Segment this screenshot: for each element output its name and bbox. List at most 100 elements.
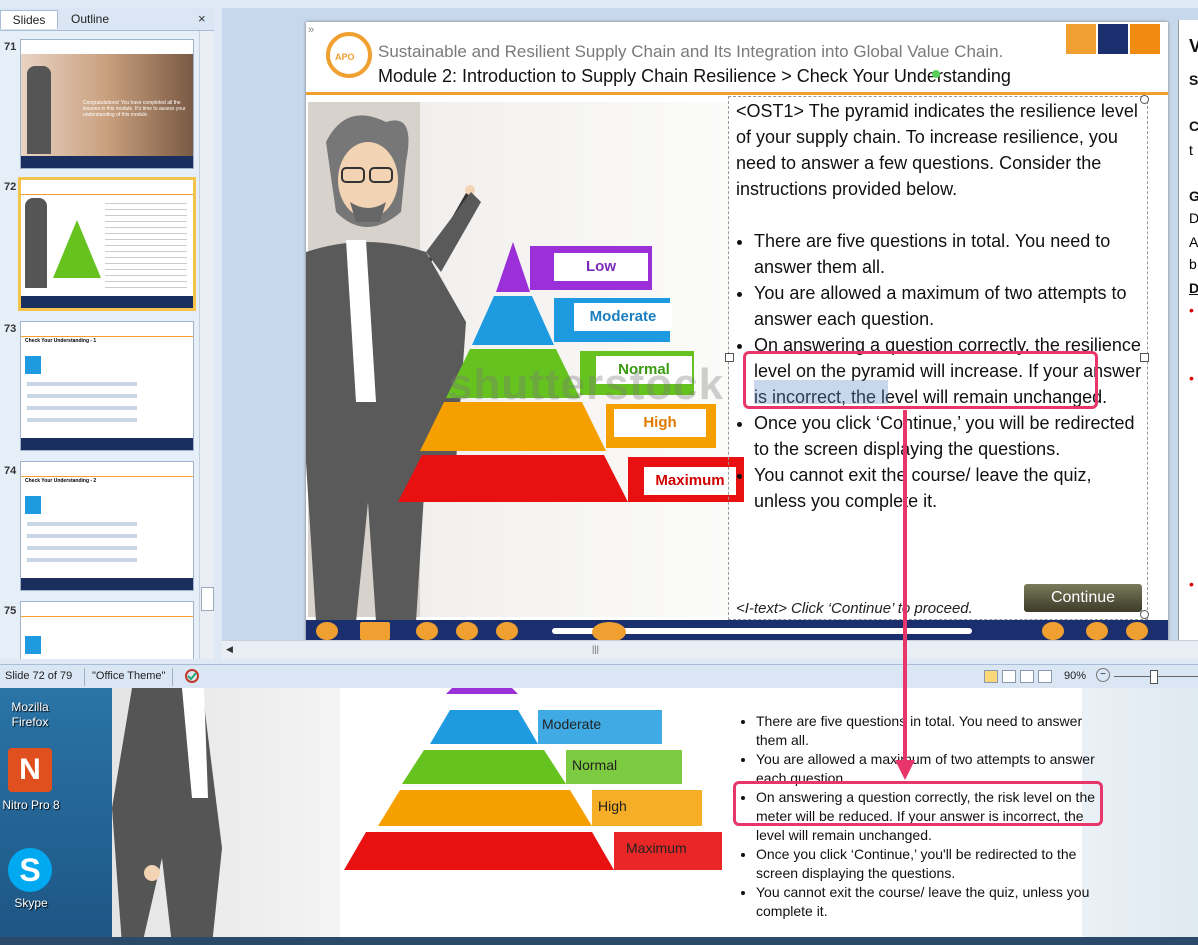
scroll-thumb[interactable] [201, 587, 214, 611]
thumb-footer [21, 156, 193, 168]
list-item: There are five questions in total. You n… [754, 228, 1148, 280]
skype-desktop-label[interactable]: Skype [0, 896, 66, 911]
thumb-character [27, 66, 51, 154]
pyramid-label-maximum[interactable]: Maximum [644, 467, 736, 495]
firefox-desktop-label[interactable]: Mozilla Firefox [0, 700, 65, 730]
slide-thumbnail-73[interactable]: Check Your Understanding - 1 [20, 321, 194, 451]
slide-thumbnails[interactable]: 71 Congratulations! You have completed a… [0, 31, 214, 659]
close-icon[interactable] [1126, 622, 1148, 640]
nitro-pro-icon[interactable]: N [8, 748, 52, 792]
annotation-highlight-box-2 [733, 781, 1103, 826]
continue-button[interactable]: Continue [1024, 584, 1142, 612]
slide-thumbnail-75[interactable] [20, 601, 194, 659]
reading-view-icon[interactable] [1020, 670, 1034, 683]
panel-collapse-icon[interactable]: » [308, 24, 314, 36]
instruction-itext: <I-text> Click ‘Continue’ to proceed. [736, 600, 973, 617]
slide-thumbnail-71[interactable]: Congratulations! You have completed all … [20, 39, 194, 169]
notes-bullet: • [1189, 576, 1194, 592]
zoom-slider-knob[interactable] [1150, 670, 1158, 684]
thumbnail-scrollbar[interactable] [199, 31, 214, 659]
decor-square-navy [1098, 24, 1128, 54]
thumb-question-icon [25, 496, 41, 514]
thumb-pyramid [53, 220, 101, 278]
instruction-text[interactable]: <OST1> The pyramid indicates the resilie… [736, 98, 1148, 514]
powerpoint-window: Slides Outline × 71 Congratulations! You… [0, 0, 1198, 689]
list-item: You cannot exit the course/ leave the qu… [754, 462, 1148, 514]
close-icon[interactable]: × [198, 11, 206, 26]
slide-number: 75 [4, 605, 17, 617]
nitro-desktop-label[interactable]: Nitro Pro 8 [0, 798, 66, 813]
slide-counter: Slide 72 of 79 [5, 670, 73, 682]
spellcheck-icon[interactable] [184, 668, 200, 684]
list-item: You are allowed a maximum of two attempt… [754, 280, 1148, 332]
notes-letter: b [1189, 256, 1197, 272]
thumb-option [27, 382, 137, 386]
play-icon[interactable] [360, 622, 390, 640]
annotation-arrow [903, 410, 907, 772]
decor-square-orange [1066, 24, 1096, 54]
slide-canvas[interactable]: APO Sustainable and Resilient Supply Cha… [306, 22, 1168, 642]
tier-maximum [344, 832, 614, 870]
slide-number: 73 [4, 323, 17, 335]
resize-handle[interactable] [1140, 610, 1149, 619]
reference-label-moderate: Moderate [542, 716, 602, 732]
notes-panel[interactable]: V S C t G D A b D • • • [1178, 20, 1198, 640]
resize-handle[interactable] [1140, 353, 1149, 362]
thumb-header [21, 180, 193, 195]
pyramid-label-low[interactable]: Low [554, 253, 648, 281]
normal-view-icon[interactable] [984, 670, 998, 683]
pyramid-label-high[interactable]: High [614, 409, 706, 437]
slide-sorter-icon[interactable] [1002, 670, 1016, 683]
volume-icon[interactable] [1042, 622, 1064, 640]
thumb-character [25, 198, 47, 288]
progress-knob[interactable] [592, 622, 626, 642]
tab-outline[interactable]: Outline [60, 10, 120, 28]
thumb-header [21, 322, 193, 337]
thumb-option [27, 522, 137, 526]
thumb-option [27, 534, 137, 538]
slide-thumbnail-74[interactable]: Check Your Understanding - 2 [20, 461, 194, 591]
thumb-text-lines [105, 198, 187, 288]
thumb-footer [21, 296, 193, 308]
horizontal-scrollbar[interactable] [222, 640, 1198, 659]
suit [112, 688, 222, 945]
pyramid-tier-low [496, 242, 530, 292]
scroll-grip-icon[interactable]: ||| [592, 644, 599, 654]
slide-thumbnail-72-selected[interactable] [18, 177, 196, 311]
slide-number: 72 [4, 181, 17, 193]
thumb-option [27, 418, 137, 422]
reference-label-normal: Normal [572, 757, 618, 773]
skype-icon[interactable]: S [8, 848, 52, 892]
taskbar[interactable] [0, 937, 1198, 945]
module-title[interactable]: Module 2: Introduction to Supply Chain R… [378, 66, 1011, 87]
tab-slides[interactable]: Slides [0, 10, 58, 29]
scroll-left-icon[interactable]: ◀ [226, 644, 233, 655]
slideshow-icon[interactable] [1038, 670, 1052, 683]
back-icon[interactable] [456, 622, 478, 640]
decor-square-orange [1130, 24, 1160, 54]
thumb-question-icon [25, 636, 41, 654]
slide-number: 71 [4, 41, 17, 53]
zoom-out-icon[interactable]: − [1096, 668, 1110, 682]
pyramid-label-moderate[interactable]: Moderate [574, 303, 672, 331]
zoom-level[interactable]: 90% [1064, 670, 1086, 682]
replay-icon[interactable] [316, 622, 338, 640]
notes-letter: V [1189, 36, 1198, 56]
player-nav-bar [306, 620, 1168, 642]
fast-forward-icon[interactable] [496, 622, 518, 640]
rewind-icon[interactable] [416, 622, 438, 640]
thumb-option [27, 406, 137, 410]
rotation-handle[interactable] [932, 70, 940, 78]
thumb-question-icon [25, 356, 41, 374]
theme-name[interactable]: "Office Theme" [92, 670, 165, 682]
slide-number: 74 [4, 465, 17, 477]
course-title[interactable]: Sustainable and Resilient Supply Chain a… [378, 42, 1003, 62]
thumb-text: Congratulations! You have completed all … [83, 100, 186, 118]
menu-icon[interactable] [1086, 622, 1108, 640]
thumb-title: Check Your Understanding - 1 [25, 338, 97, 344]
resize-handle[interactable] [725, 353, 734, 362]
resize-handle[interactable] [1140, 95, 1149, 104]
notes-letter: D [1189, 210, 1198, 226]
reference-label-maximum: Maximum [626, 840, 687, 856]
tier-high [378, 790, 592, 826]
